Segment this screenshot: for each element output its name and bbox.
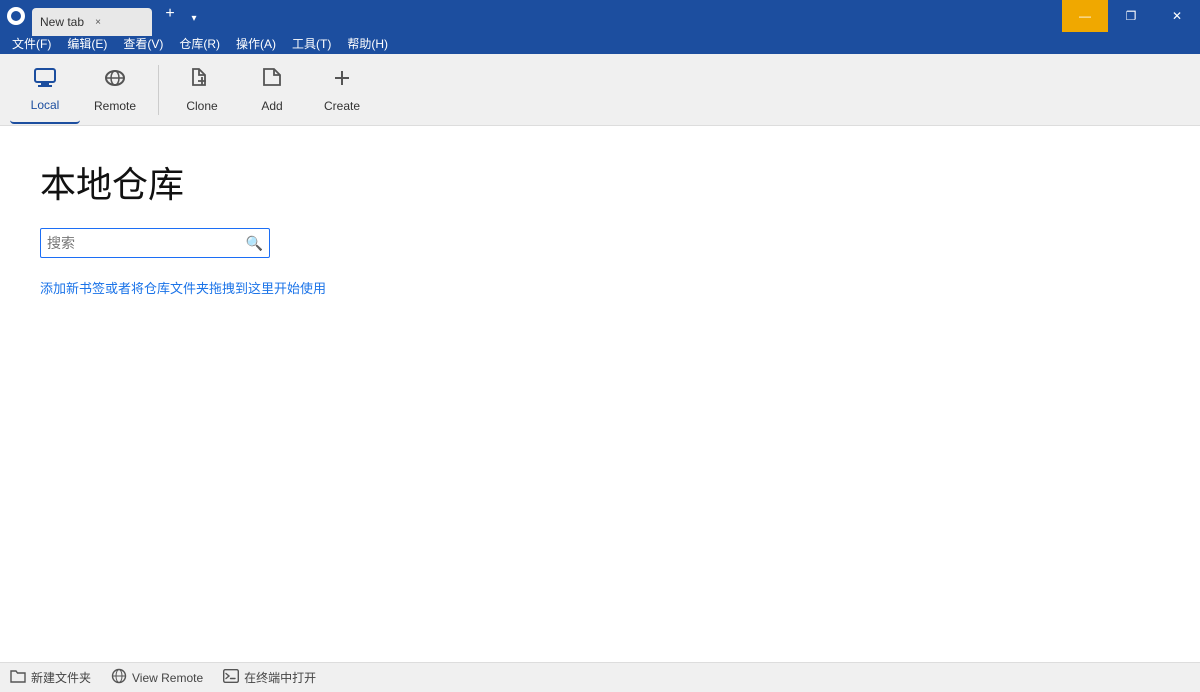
toolbar-remote-label: Remote [94,99,136,113]
menu-repo[interactable]: 仓库(R) [171,33,228,54]
toolbar-clone-button[interactable]: Clone [167,56,237,124]
logo-inner [11,11,21,21]
toolbar-create-label: Create [324,99,360,113]
status-terminal[interactable]: 在终端中打开 [223,669,316,686]
globe-icon [111,668,127,687]
search-input[interactable] [47,235,246,251]
menu-help[interactable]: 帮助(H) [339,33,396,54]
app-logo [0,0,32,32]
search-icon: 🔍 [246,235,263,252]
clone-icon [190,67,214,95]
tab-dropdown-button[interactable]: ▾ [184,8,204,28]
toolbar-divider-1 [158,65,159,115]
toolbar-local-button[interactable]: Local [10,56,80,124]
folder-icon [10,669,26,686]
logo-circle [7,7,25,25]
toolbar-local-label: Local [31,98,60,112]
toolbar-nav-section: Local Remote [10,54,150,125]
toolbar-create-button[interactable]: Create [307,56,377,124]
tab-label: New tab [40,15,84,29]
window-controls: — ❐ ✕ [1062,0,1200,32]
hint-text[interactable]: 添加新书签或者将仓库文件夹拖拽到这里开始使用 [40,278,1160,297]
toolbar-remote-button[interactable]: Remote [80,56,150,124]
tab-area: New tab × + ▾ [32,0,1062,32]
toolbar-action-section: Clone Add Create [167,54,377,125]
status-bar: 新建文件夹 View Remote 在终端中打开 [0,662,1200,692]
view-remote-label: View Remote [132,671,203,685]
toolbar-add-label: Add [261,99,282,113]
terminal-icon [223,669,239,686]
new-tab[interactable]: New tab × [32,8,152,36]
menu-bar: 文件(F) 编辑(E) 查看(V) 仓库(R) 操作(A) 工具(T) 帮助(H… [0,32,1200,54]
title-bar: New tab × + ▾ — ❐ ✕ [0,0,1200,32]
toolbar-add-button[interactable]: Add [237,56,307,124]
tab-add-button[interactable]: + [156,0,184,28]
tab-close-button[interactable]: × [90,14,106,30]
remote-icon [103,67,127,95]
menu-action[interactable]: 操作(A) [228,33,284,54]
close-button[interactable]: ✕ [1154,0,1200,32]
menu-tools[interactable]: 工具(T) [284,33,339,54]
local-icon [33,66,57,94]
toolbar-clone-label: Clone [186,99,217,113]
minimize-button[interactable]: — [1062,0,1108,32]
status-view-remote[interactable]: View Remote [111,668,203,687]
add-icon [260,67,284,95]
main-content: 本地仓库 🔍 添加新书签或者将仓库文件夹拖拽到这里开始使用 [0,126,1200,662]
toolbar: Local Remote Clone [0,54,1200,126]
page-title: 本地仓库 [40,156,1160,208]
create-icon [330,67,354,95]
status-new-folder[interactable]: 新建文件夹 [10,669,91,686]
restore-button[interactable]: ❐ [1108,0,1154,32]
terminal-label: 在终端中打开 [244,669,316,686]
search-box[interactable]: 🔍 [40,228,270,258]
new-folder-label: 新建文件夹 [31,669,91,686]
